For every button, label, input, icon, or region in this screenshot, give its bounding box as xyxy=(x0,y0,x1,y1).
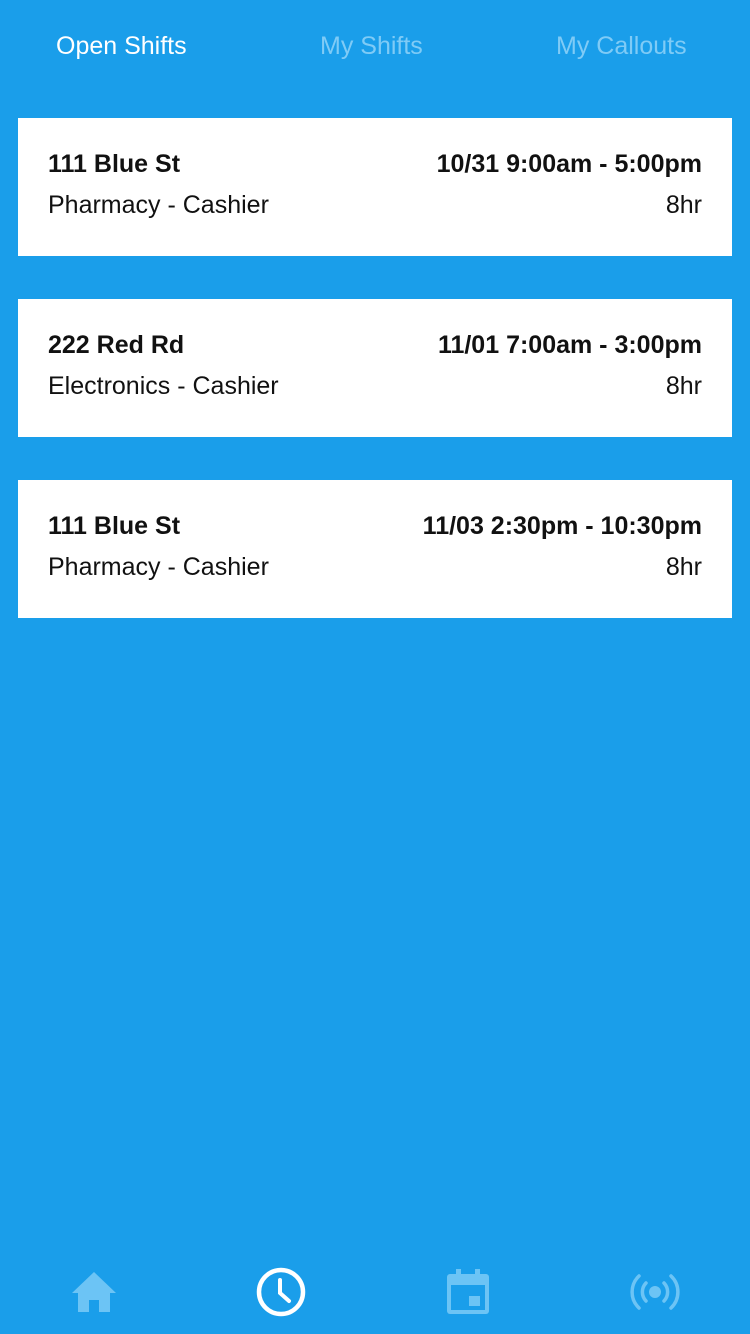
home-icon xyxy=(72,1272,116,1312)
tab-open-shifts[interactable]: Open Shifts xyxy=(56,30,187,62)
top-tab-bar: Open Shifts My Shifts My Callouts xyxy=(0,0,750,96)
shift-duration: 8hr xyxy=(665,372,702,400)
bottom-nav-bar xyxy=(0,1250,750,1334)
shift-time: 11/03 2:30pm - 10:30pm xyxy=(422,512,702,540)
nav-calendar-button[interactable] xyxy=(440,1264,496,1320)
calendar-icon xyxy=(447,1269,489,1314)
shift-role: Pharmacy - Cashier xyxy=(48,191,269,219)
open-shifts-list: 111 Blue St 10/31 9:00am - 5:00pm Pharma… xyxy=(18,118,732,661)
shift-time: 11/01 7:00am - 3:00pm xyxy=(437,331,702,359)
tab-my-shifts[interactable]: My Shifts xyxy=(320,30,423,62)
shift-location: 111 Blue St xyxy=(48,512,181,540)
shift-card[interactable]: 222 Red Rd 11/01 7:00am - 3:00pm Electro… xyxy=(18,299,732,437)
shift-location: 111 Blue St xyxy=(48,150,181,178)
tab-my-callouts[interactable]: My Callouts xyxy=(556,30,687,62)
shift-card[interactable]: 111 Blue St 10/31 9:00am - 5:00pm Pharma… xyxy=(18,118,732,256)
clock-icon xyxy=(256,1267,306,1317)
shift-duration: 8hr xyxy=(665,553,702,581)
nav-clock-button[interactable] xyxy=(253,1264,309,1320)
shift-location: 222 Red Rd xyxy=(48,331,185,359)
nav-home-button[interactable] xyxy=(66,1264,122,1320)
shift-role: Electronics - Cashier xyxy=(48,372,279,400)
shift-duration: 8hr xyxy=(665,191,702,219)
broadcast-icon xyxy=(630,1274,680,1310)
nav-broadcast-button[interactable] xyxy=(627,1264,683,1320)
shift-time: 10/31 9:00am - 5:00pm xyxy=(436,150,702,178)
shift-card[interactable]: 111 Blue St 11/03 2:30pm - 10:30pm Pharm… xyxy=(18,480,732,618)
shift-role: Pharmacy - Cashier xyxy=(48,553,269,581)
